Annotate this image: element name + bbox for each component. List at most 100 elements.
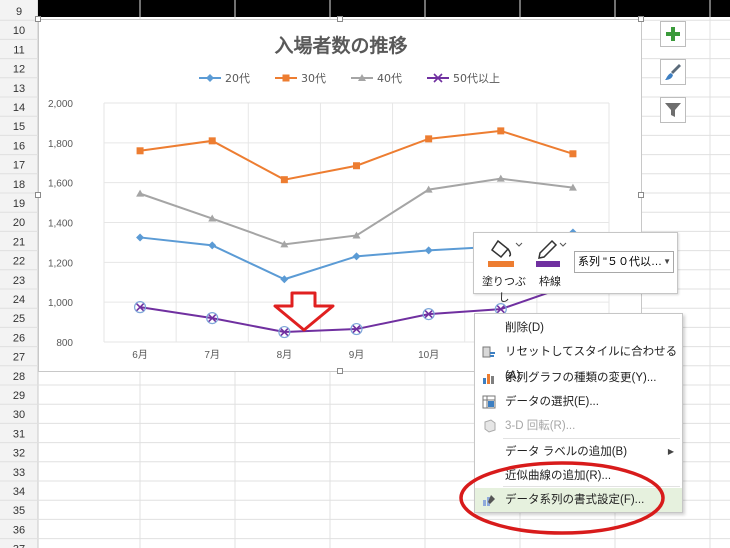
- row-number: 31: [13, 428, 25, 440]
- y-tick-label: 1,800: [48, 139, 73, 150]
- menu-item-label: データ系列の書式設定(F)...: [505, 494, 645, 506]
- menu-item[interactable]: データ系列の書式設定(F)...: [475, 488, 682, 512]
- row-number: 9: [16, 6, 22, 18]
- row-number: 29: [13, 390, 25, 402]
- menu-separator: [503, 438, 680, 439]
- plus-icon: [666, 27, 680, 41]
- menu-item[interactable]: リセットしてスタイルに合わせる(A): [475, 340, 682, 382]
- menu-item-label: データ ラベルの追加(B): [505, 446, 628, 458]
- menu-item-label: 削除(D): [505, 322, 544, 334]
- series-line: [139, 129, 574, 181]
- row-number: 35: [13, 505, 25, 517]
- format-series-icon: [483, 495, 495, 506]
- y-tick-label: 1,000: [48, 298, 73, 309]
- row-number: 28: [13, 371, 25, 383]
- context-menu: 削除(D) リセットしてスタイルに合わせる(A) 系列グラフの種類の変更(Y)...…: [474, 313, 683, 513]
- row-number: 10: [13, 25, 25, 37]
- row-number: 16: [13, 140, 25, 152]
- y-tick-label: 1,400: [48, 219, 73, 230]
- menu-item[interactable]: データ ラベルの追加(B) ▶: [475, 440, 682, 464]
- x-tick-label: 6月: [132, 349, 148, 361]
- chart-type-icon: [483, 374, 494, 384]
- legend-label: 20代: [225, 72, 250, 85]
- row-number: 34: [13, 486, 25, 498]
- row-number: 12: [13, 64, 25, 76]
- y-tick-label: 800: [56, 338, 73, 349]
- rotate-3d-icon: [484, 419, 496, 433]
- legend-item: 20代: [199, 72, 250, 85]
- outline-label: 枠線: [539, 276, 561, 288]
- chevron-down-icon: ▼: [663, 257, 671, 266]
- brush-icon: [665, 64, 681, 80]
- row-number: 13: [13, 83, 25, 95]
- series-selector-value: 系列 "５０代以…: [578, 256, 662, 268]
- menu-item[interactable]: 削除(D): [475, 316, 682, 340]
- menu-item-label: データの選択(E)...: [505, 396, 599, 408]
- legend-item: 40代: [351, 72, 402, 85]
- row-number: 36: [13, 524, 25, 536]
- data-point: [425, 135, 433, 143]
- fill-button[interactable]: 塗りつぶし: [478, 237, 530, 304]
- row-number: 33: [13, 467, 25, 479]
- row-number: 21: [13, 236, 25, 248]
- menu-separator: [503, 486, 680, 487]
- row-number: 11: [13, 44, 24, 56]
- row-number: 18: [13, 179, 25, 191]
- menu-item-label: 系列グラフの種類の変更(Y)...: [505, 372, 657, 384]
- legend-label: 30代: [301, 72, 326, 85]
- paint-bucket-icon: [488, 239, 523, 267]
- legend-item: 30代: [275, 72, 326, 85]
- legend-item: 50代以上: [427, 72, 500, 85]
- y-tick-label: 2,000: [48, 99, 73, 110]
- data-point: [206, 74, 214, 82]
- row-number: 22: [13, 256, 25, 268]
- row-number: 14: [13, 102, 25, 114]
- row-number: 23: [13, 275, 25, 287]
- menu-item[interactable]: データの選択(E)...: [475, 390, 682, 414]
- row-number: 19: [13, 198, 25, 210]
- series-selector-dropdown[interactable]: 系列 "５０代以… ▼: [574, 251, 674, 273]
- fill-label: 塗りつぶし: [481, 276, 527, 304]
- select-data-icon: [482, 395, 496, 409]
- data-point: [353, 162, 360, 170]
- chart-filters-button[interactable]: [660, 97, 686, 123]
- chart-title: 入場者数の推移: [274, 34, 407, 57]
- menu-item[interactable]: 近似曲線の追加(R)...: [475, 464, 682, 488]
- menu-item[interactable]: 系列グラフの種類の変更(Y)...: [475, 366, 682, 390]
- data-point: [424, 246, 433, 255]
- y-tick-label: 1,200: [48, 258, 73, 269]
- data-point: [208, 137, 216, 145]
- row-number: 26: [13, 332, 25, 344]
- selected-row-bar: [38, 0, 730, 17]
- data-point: [208, 241, 217, 250]
- row-number: 32: [13, 448, 25, 460]
- data-point: [136, 147, 144, 155]
- row-number: 15: [13, 121, 25, 133]
- data-point: [497, 127, 505, 135]
- row-number: 37: [13, 544, 25, 548]
- chart-styles-button[interactable]: [660, 59, 686, 85]
- y-tick-label: 1,600: [48, 179, 73, 190]
- chart-elements-button[interactable]: [660, 21, 686, 47]
- x-tick-label: 8月: [277, 349, 293, 361]
- x-tick-label: 10月: [418, 349, 439, 361]
- row-number: 27: [13, 352, 25, 364]
- row-number: 20: [13, 217, 25, 229]
- pencil-icon: [536, 239, 567, 267]
- chevron-right-icon: ▶: [667, 447, 674, 456]
- row-number: 24: [13, 294, 25, 306]
- data-point: [280, 275, 289, 284]
- data-point: [136, 189, 145, 197]
- series-2: [136, 127, 577, 184]
- data-point: [280, 176, 288, 184]
- menu-item-label: 3-D 回転(R)...: [505, 420, 576, 432]
- reset-style-icon: [482, 346, 495, 358]
- data-point: [352, 252, 361, 261]
- data-point: [136, 233, 145, 242]
- data-point: [569, 150, 577, 158]
- mini-toolbar: 塗りつぶし 枠線 系列 "５０代以… ▼: [473, 232, 678, 304]
- outline-button[interactable]: 枠線: [530, 237, 570, 288]
- row-number: 25: [13, 313, 25, 325]
- menu-item: 3-D 回転(R)...: [475, 414, 682, 438]
- legend-label: 40代: [377, 72, 402, 85]
